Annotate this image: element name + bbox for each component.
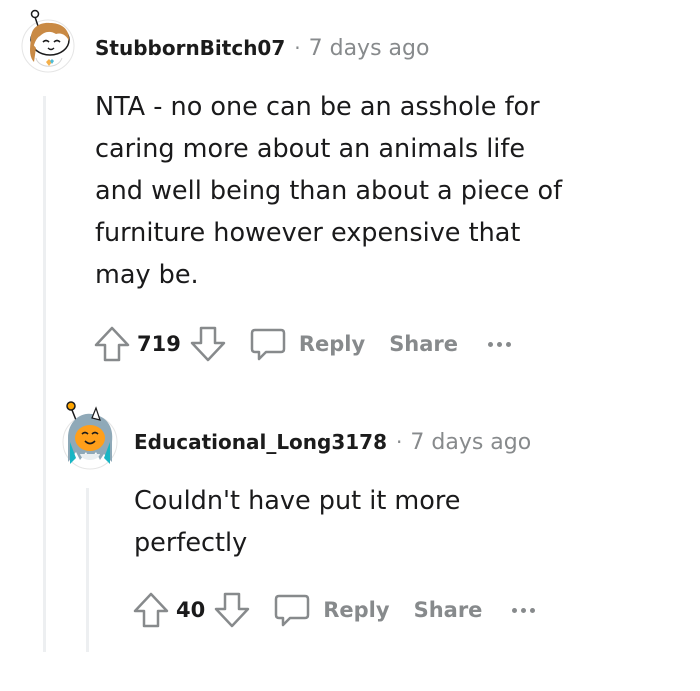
- author-name[interactable]: Educational_Long3178: [134, 430, 387, 454]
- comment-text-line: and well being than about a piece of: [95, 176, 563, 206]
- reply-label: Reply: [298, 332, 366, 356]
- downvote-arrow-icon: [214, 592, 250, 628]
- comment-bubble-icon: [274, 594, 310, 627]
- upvote-arrow-icon: [94, 326, 130, 362]
- avatar-icon: [21, 9, 75, 73]
- comment-text-line: caring more about an animals life: [95, 134, 526, 164]
- comment-body: Couldn't have put it more perfectly: [134, 480, 460, 564]
- downvote-button[interactable]: [213, 591, 251, 629]
- avatar[interactable]: [60, 398, 118, 470]
- comment-text-line: furniture however expensive that: [95, 218, 521, 248]
- downvote-button[interactable]: [189, 325, 227, 363]
- thread-line-reply[interactable]: [86, 488, 89, 652]
- comment-text-line: NTA - no one can be an asshole for: [95, 92, 540, 122]
- comment-body: NTA - no one can be an asshole for carin…: [95, 86, 562, 296]
- comment-text-line: perfectly: [134, 528, 248, 558]
- comment-text-line: Couldn't have put it more: [134, 486, 461, 516]
- timestamp[interactable]: 7 days ago: [309, 36, 430, 61]
- comment-actions: 40 Reply Share: [132, 590, 536, 630]
- avatar[interactable]: [20, 8, 76, 73]
- comment-meta: StubbornBitch07 · 7 days ago: [95, 36, 429, 61]
- meta-separator: ·: [396, 430, 403, 454]
- reply-button[interactable]: Reply: [249, 325, 365, 363]
- share-button[interactable]: Share: [389, 332, 458, 356]
- meta-separator: ·: [294, 36, 301, 60]
- share-button[interactable]: Share: [414, 598, 483, 622]
- author-name[interactable]: StubbornBitch07: [95, 36, 285, 60]
- upvote-button[interactable]: [93, 325, 131, 363]
- upvote-arrow-icon: [133, 592, 169, 628]
- avatar-icon: [62, 401, 118, 470]
- reply-label: Reply: [323, 598, 390, 622]
- vote-count: 40: [176, 598, 206, 622]
- timestamp[interactable]: 7 days ago: [410, 430, 531, 455]
- more-options-icon[interactable]: [488, 341, 512, 347]
- comment-actions: 719 Reply Share: [93, 324, 512, 364]
- comment-bubble-icon: [250, 328, 286, 361]
- more-options-icon[interactable]: [512, 607, 536, 613]
- thread-line-parent[interactable]: [43, 96, 46, 652]
- downvote-arrow-icon: [190, 326, 226, 362]
- vote-count: 719: [137, 332, 181, 356]
- upvote-button[interactable]: [132, 591, 170, 629]
- comment-text-line: may be.: [95, 260, 199, 290]
- reply-button[interactable]: Reply: [273, 591, 390, 629]
- comment-meta: Educational_Long3178 · 7 days ago: [134, 430, 531, 455]
